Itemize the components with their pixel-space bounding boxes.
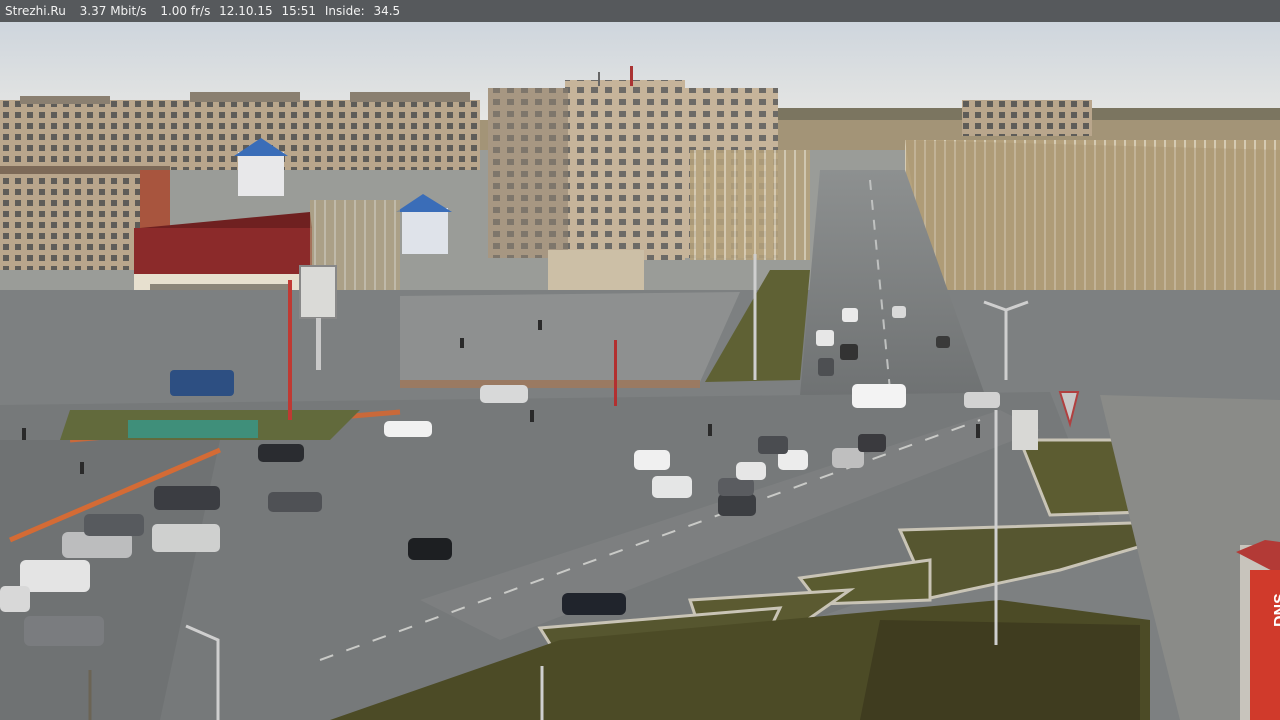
car xyxy=(652,476,692,498)
car xyxy=(24,616,104,646)
dns-store xyxy=(1236,540,1280,720)
car xyxy=(152,524,220,552)
car xyxy=(154,486,220,510)
car xyxy=(840,344,858,360)
car xyxy=(0,586,30,612)
car xyxy=(842,308,858,322)
car xyxy=(758,436,788,454)
time-label: 15:51 xyxy=(281,4,317,18)
car xyxy=(816,330,834,346)
car xyxy=(718,478,754,496)
inside-value: 34.5 xyxy=(373,4,401,18)
camera-overlay-bar: Strezhi.Ru 3.37 Mbit/s 1.00 fr/s 12.10.1… xyxy=(0,0,1280,22)
blue-roof-kiosk xyxy=(396,194,452,254)
framerate-label: 1.00 fr/s xyxy=(160,4,211,18)
car xyxy=(258,444,304,462)
monument-block xyxy=(1012,410,1038,450)
plaza xyxy=(400,292,740,386)
trees-center xyxy=(690,150,810,260)
car xyxy=(562,593,626,615)
car xyxy=(480,385,528,403)
car xyxy=(384,421,432,437)
car xyxy=(818,358,834,376)
car xyxy=(832,448,864,468)
car xyxy=(736,462,766,480)
car xyxy=(964,392,1000,408)
car xyxy=(268,492,322,512)
car xyxy=(892,306,906,318)
far-right-building xyxy=(962,100,1092,136)
billboard xyxy=(299,265,337,319)
store-sign: DNS xyxy=(1272,593,1280,627)
car xyxy=(936,336,950,348)
car xyxy=(852,384,906,408)
car xyxy=(634,450,670,470)
low-building xyxy=(548,250,644,294)
flag-pole xyxy=(614,340,617,406)
car xyxy=(170,370,234,396)
car xyxy=(718,494,756,516)
car xyxy=(20,560,90,592)
bitrate-label: 3.37 Mbit/s xyxy=(79,4,147,18)
site-label: Strezhi.Ru xyxy=(5,4,66,18)
car xyxy=(84,514,144,536)
webcam-scene: DNS xyxy=(0,0,1280,720)
car xyxy=(408,538,452,560)
car xyxy=(858,434,886,452)
date-label: 12.10.15 xyxy=(219,4,273,18)
inside-label: Inside: xyxy=(324,4,365,18)
